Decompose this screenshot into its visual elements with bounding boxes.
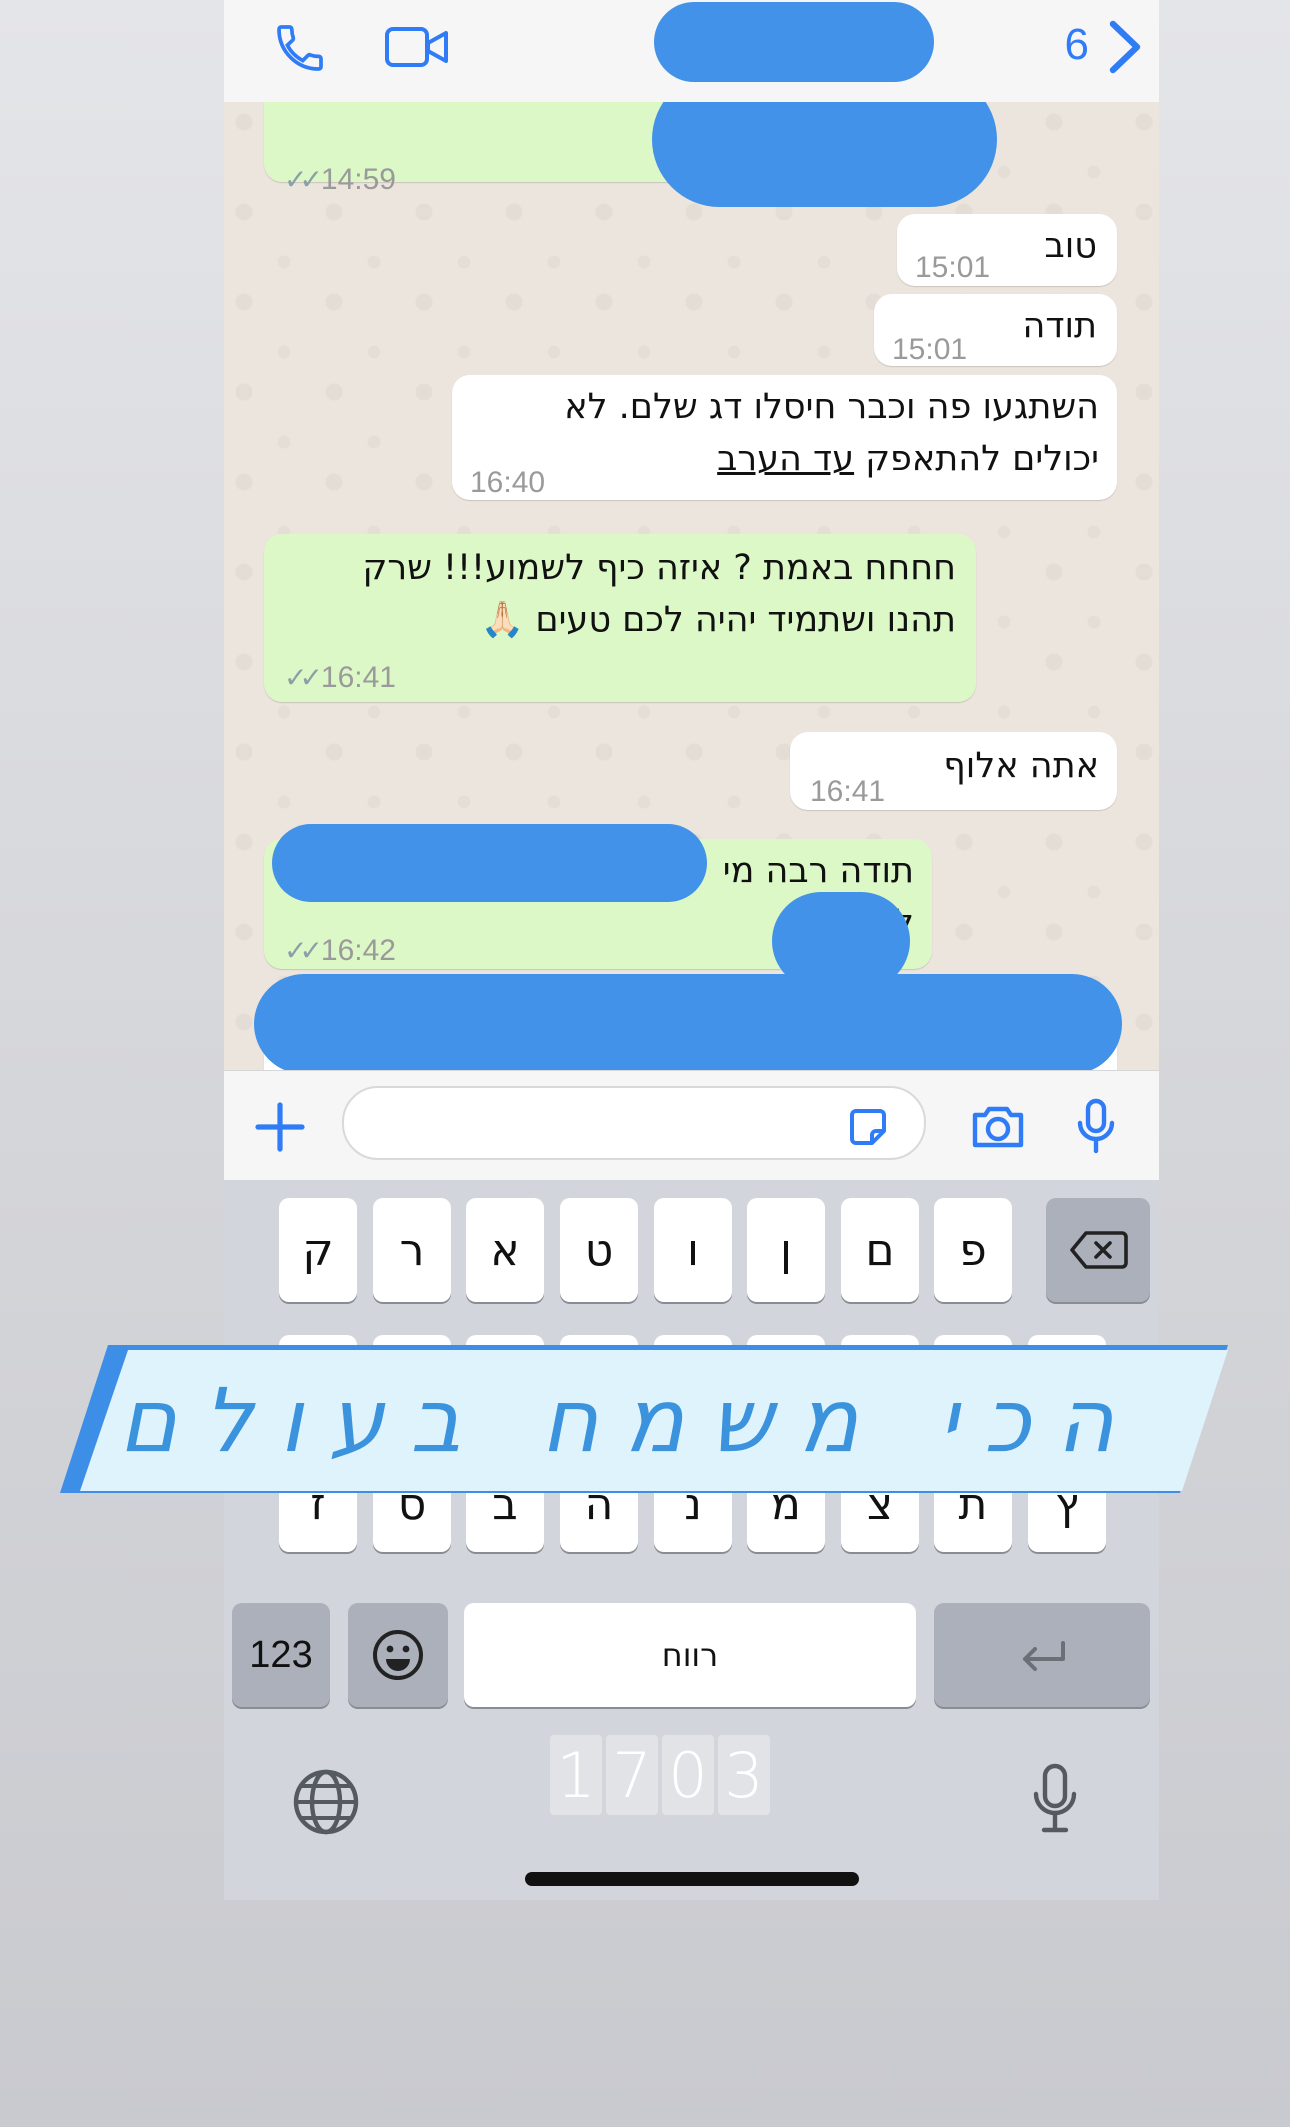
message-text: תודה (1022, 306, 1097, 346)
banner-text: הכי משמח בעולם (118, 1369, 1140, 1472)
key[interactable]: פ (934, 1198, 1012, 1302)
message-time: 16:41 (810, 775, 886, 808)
message-time: 16:42 (320, 934, 396, 967)
message-text: חחחח באמת ? איזה כיף לשמוע!!! שרק תהנו ו… (362, 548, 956, 640)
chat-header: 6 (224, 0, 1159, 103)
message-time: 16:40 (470, 466, 546, 499)
message-time: 15:01 (892, 333, 968, 366)
key[interactable]: ם (841, 1198, 919, 1302)
clock-digit: 3 (718, 1735, 770, 1815)
message-composer (224, 1070, 1159, 1181)
unread-count[interactable]: 6 (1065, 20, 1089, 70)
dictation-microphone-icon[interactable] (1030, 1762, 1080, 1838)
backspace-icon (1070, 1231, 1128, 1269)
message-text: אתה אלוף (943, 746, 1099, 786)
key[interactable]: ן (747, 1198, 825, 1302)
read-receipt-icon: ✓✓ (284, 935, 323, 966)
sticker-icon[interactable] (844, 1103, 892, 1155)
chat-messages[interactable]: ✓✓ 14:59 טוב 15:01 תודה 15:01 השתגעו פה ו… (224, 102, 1159, 1070)
plus-icon[interactable] (254, 1101, 306, 1157)
clock-digit: 7 (606, 1735, 658, 1815)
message-time: 15:01 (915, 251, 991, 284)
clock-digit: 0 (662, 1735, 714, 1815)
key[interactable]: ו (654, 1198, 732, 1302)
date-link[interactable]: עד הערב (717, 439, 854, 479)
return-icon (1023, 1641, 1065, 1671)
chevron-right-icon[interactable] (1107, 18, 1143, 80)
incoming-message[interactable]: טוב 15:01 (897, 214, 1117, 286)
phone-screen: 6 ✓✓ 14:59 טוב 15:01 תודה 15:01 השתגעו פה… (224, 0, 1159, 1900)
redacted-text (272, 824, 707, 902)
incoming-message[interactable]: אתה אלוף 16:41 (790, 732, 1117, 810)
home-indicator[interactable] (525, 1872, 859, 1886)
outgoing-message[interactable]: חחחח באמת ? איזה כיף לשמוע!!! שרק תהנו ו… (264, 534, 976, 702)
message-time: 14:59 (320, 163, 396, 196)
redacted-contact-name (654, 2, 934, 82)
return-key[interactable] (934, 1603, 1150, 1707)
incoming-message[interactable]: השתגעו פה וכבר חיסלו דג שלם. לא יכולים ל… (452, 375, 1117, 500)
emoji-icon (373, 1630, 423, 1680)
incoming-message[interactable]: תודה 15:01 (874, 294, 1117, 366)
clock-digit: 1 (550, 1735, 602, 1815)
message-time: 16:41 (320, 661, 396, 694)
read-receipt-icon: ✓✓ (284, 662, 323, 693)
phone-icon[interactable] (272, 20, 328, 80)
space-key[interactable]: רווח (464, 1603, 916, 1707)
video-call-icon[interactable] (384, 22, 450, 76)
key[interactable]: ט (560, 1198, 638, 1302)
message-text: השתגעו פה וכבר חיסלו דג שלם. לא יכולים ל… (564, 387, 1099, 479)
camera-icon[interactable] (969, 1101, 1027, 1155)
key[interactable]: א (466, 1198, 544, 1302)
backspace-key[interactable] (1046, 1198, 1150, 1302)
message-text: טוב (1044, 226, 1097, 266)
redacted-text (652, 102, 997, 207)
story-time-sticker: 1 7 0 3 (550, 1735, 770, 1815)
emoji-key[interactable] (348, 1603, 448, 1707)
message-input[interactable] (342, 1086, 926, 1160)
key[interactable]: ר (373, 1198, 451, 1302)
read-receipt-icon: ✓✓ (284, 164, 323, 195)
globe-icon[interactable] (292, 1768, 360, 1840)
microphone-icon[interactable] (1074, 1097, 1118, 1159)
story-banner: הכי משמח בעולם (60, 1345, 1228, 1493)
key[interactable]: ק (279, 1198, 357, 1302)
redacted-text (254, 974, 1122, 1070)
numbers-key[interactable]: 123 (232, 1603, 330, 1707)
